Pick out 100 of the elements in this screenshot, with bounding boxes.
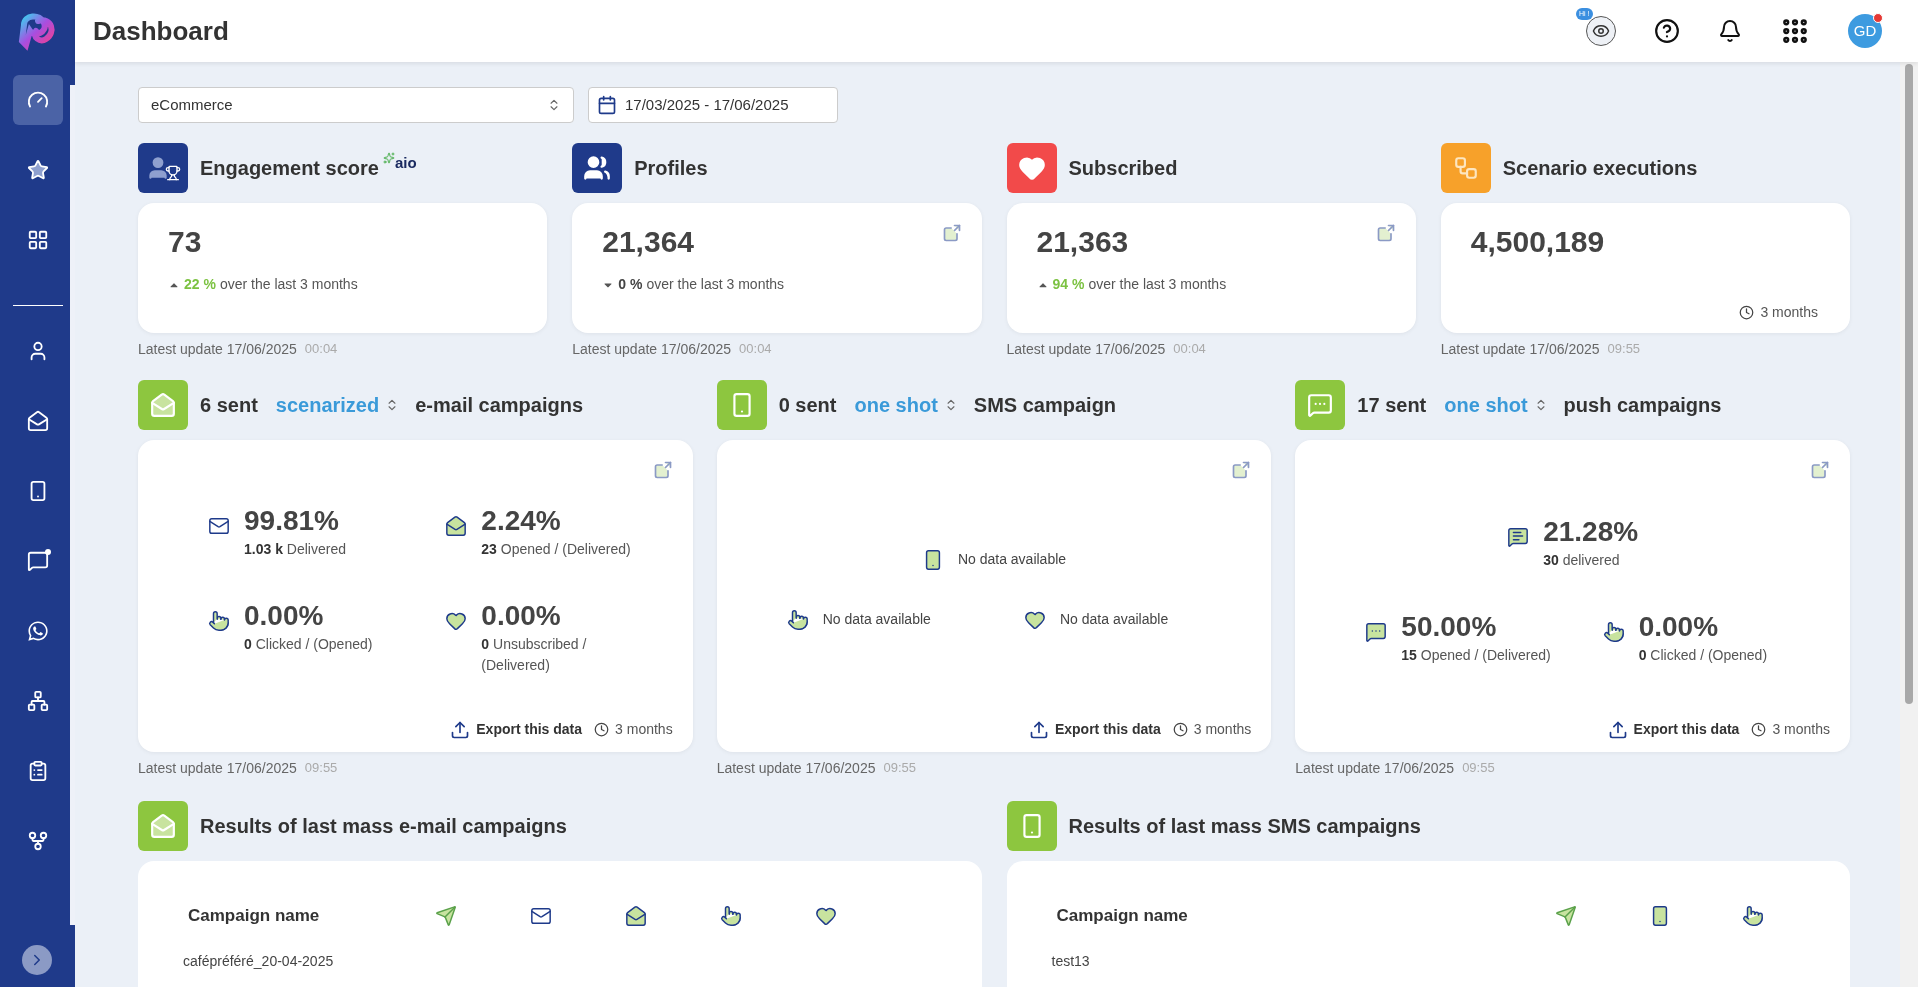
notification-icon[interactable] — [1718, 19, 1742, 43]
metric-label: 1.03 k Delivered — [244, 540, 346, 559]
pointer-hand-icon — [1602, 620, 1625, 643]
envelope-icon — [26, 410, 49, 432]
metric-label: 23 Opened / (Delivered) — [481, 540, 631, 559]
campaign-label: e-mail campaigns — [415, 393, 584, 418]
aio-label: aio — [394, 155, 417, 170]
kpi-value: 21,364 — [602, 224, 694, 260]
export-button[interactable]: Export this data — [450, 719, 583, 740]
chat-icon — [1507, 525, 1530, 548]
update-time: 09:55 — [1607, 340, 1641, 358]
results-title: Results of last mass e-mail campaigns — [200, 814, 567, 839]
pointer-hand-icon — [208, 610, 230, 632]
clock-icon — [594, 722, 610, 737]
campaign-label: SMS campaign — [973, 393, 1117, 418]
clock-icon — [1751, 722, 1767, 737]
upload-icon — [1028, 719, 1049, 740]
clock-icon — [1739, 305, 1755, 320]
metric-label: 30 delivered — [1543, 550, 1621, 570]
no-data-text: No data available — [957, 550, 1067, 569]
kpi-value: 4,500,189 — [1470, 224, 1605, 260]
kpi-title: Subscribed — [1068, 156, 1178, 181]
logo-icon[interactable] — [17, 11, 58, 51]
page-title: Dashboard — [93, 14, 229, 48]
external-link-icon[interactable] — [652, 460, 673, 480]
scrollbar-thumb[interactable] — [1905, 64, 1913, 704]
external-link-icon[interactable] — [941, 223, 962, 243]
export-button[interactable]: Export this data — [1028, 719, 1161, 740]
campaign-count: 17 sent — [1357, 393, 1427, 418]
metric-label: 0 Clicked / (Opened) — [1638, 645, 1768, 665]
external-link-icon[interactable] — [1810, 460, 1830, 480]
column-header: Campaign name — [1056, 905, 1189, 928]
metric-value: 0.00% — [1638, 609, 1720, 644]
update-date: Latest update 17/06/2025 — [572, 340, 732, 359]
external-link-icon[interactable] — [1375, 223, 1396, 243]
update-date: Latest update 17/06/2025 — [138, 759, 297, 778]
metric-label: 0 Unsubscribed / (Delivered) — [481, 635, 588, 675]
workflow-icon — [1452, 155, 1479, 181]
campaign-count: 0 sent — [778, 393, 837, 418]
trend-change: 0 % — [618, 275, 643, 294]
network-icon — [26, 690, 49, 712]
envelope-icon — [150, 813, 176, 839]
metric-label: 0 Clicked / (Opened) — [244, 635, 373, 654]
star-icon — [26, 159, 49, 181]
calendar-icon — [597, 95, 617, 115]
campaign-name: cafépréféré_20-04-2025 — [183, 953, 334, 969]
eye-icon — [1592, 22, 1610, 40]
campaign-count: 6 sent — [200, 393, 258, 418]
whatsapp-icon — [26, 620, 49, 642]
pointer-hand-icon — [1742, 905, 1765, 927]
chat-icon — [1307, 392, 1334, 418]
update-date: Latest update 17/06/2025 — [1006, 340, 1166, 359]
kpi-title: Engagement score — [200, 156, 379, 181]
help-icon[interactable] — [1654, 18, 1680, 44]
envelope-icon — [150, 392, 176, 418]
update-date: Latest update 17/06/2025 — [138, 340, 297, 359]
update-time: 09:55 — [304, 759, 338, 777]
open-envelope-icon — [624, 905, 647, 927]
chat-icon — [26, 550, 49, 572]
segment-select[interactable]: eCommerce — [138, 87, 574, 123]
metric-value: 0.00% — [244, 599, 325, 633]
trend-change: 94 % — [1052, 275, 1085, 294]
update-date: Latest update 17/06/2025 — [716, 759, 876, 778]
kpi-value: 21,363 — [1036, 224, 1129, 260]
chat-eye-icon — [1365, 620, 1388, 643]
users-icon — [583, 154, 612, 182]
metric-label: 15 Opened / (Delivered) — [1401, 645, 1551, 665]
update-time: 00:04 — [304, 340, 338, 358]
campaign-name: test13 — [1051, 953, 1090, 969]
update-time: 00:04 — [1173, 340, 1206, 358]
envelope-icon — [529, 905, 552, 927]
trend-text: over the last 3 months — [646, 275, 785, 294]
export-button[interactable]: Export this data — [1607, 719, 1740, 740]
broken-heart-icon — [814, 905, 837, 927]
no-data-text: No data available — [1060, 610, 1169, 629]
period-label: 3 months — [1772, 720, 1830, 739]
apps-icon[interactable] — [1780, 16, 1810, 46]
sparkle-icon — [382, 152, 395, 164]
clock-icon — [1172, 722, 1188, 737]
column-header: Campaign name — [188, 905, 321, 928]
kpi-value: 73 — [168, 224, 202, 260]
metric-value: 2.24% — [481, 504, 562, 538]
assistant-button[interactable] — [1586, 16, 1616, 46]
sidebar-item[interactable] — [12, 75, 63, 125]
heart-icon — [1017, 154, 1046, 182]
envelope-icon — [208, 515, 230, 537]
upload-icon — [1607, 719, 1628, 740]
trend-change: 22 % — [184, 275, 216, 294]
date-range-field[interactable]: 17/03/2025 - 17/06/2025 — [588, 87, 838, 123]
kpi-title: Scenario executions — [1502, 156, 1698, 181]
trend-text: over the last 3 months — [219, 275, 358, 294]
update-time: 09:55 — [883, 759, 916, 777]
broken-heart-icon — [445, 610, 468, 632]
send-icon — [1555, 905, 1578, 927]
update-time: 00:04 — [739, 340, 772, 358]
expand-button[interactable] — [22, 945, 52, 975]
metric-value: 50.00% — [1401, 609, 1498, 644]
trend-text: over the last 3 months — [1088, 275, 1227, 294]
period-label: 3 months — [615, 720, 673, 739]
external-link-icon[interactable] — [1231, 460, 1252, 480]
